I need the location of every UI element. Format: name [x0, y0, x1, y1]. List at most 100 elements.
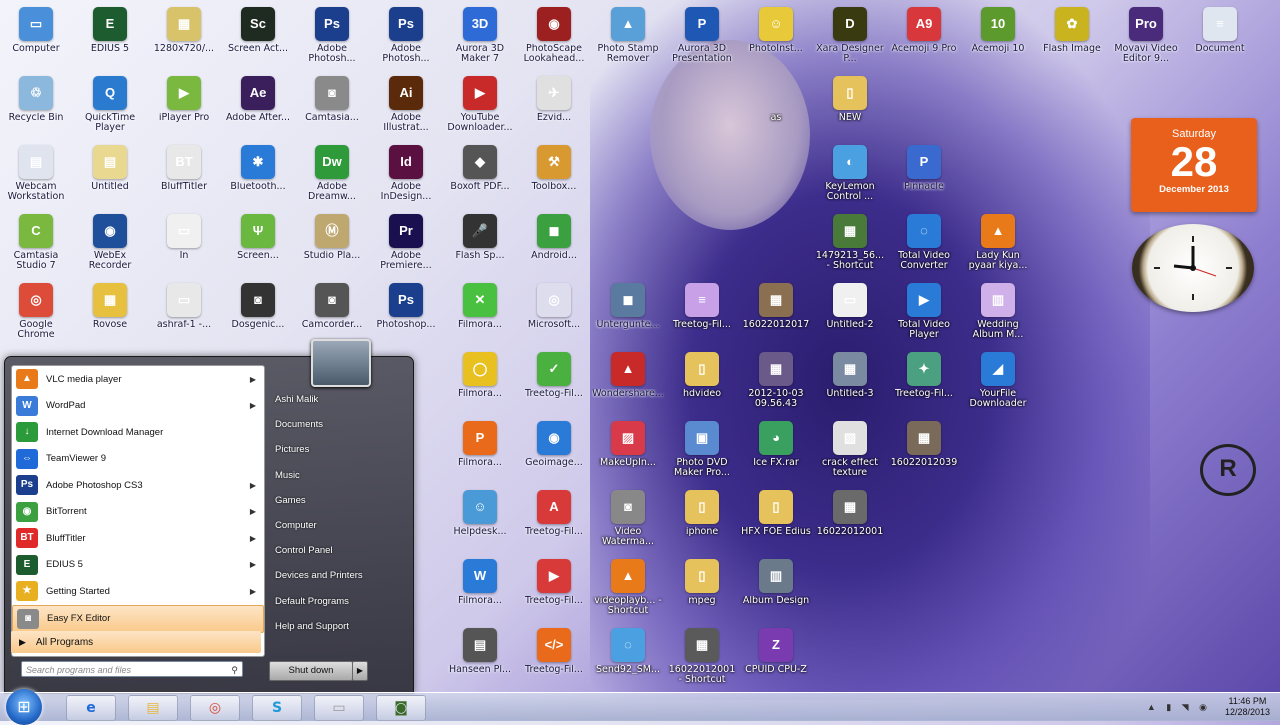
- start-menu-program[interactable]: ★ Getting Started ▶: [12, 578, 264, 605]
- desktop-icon[interactable]: ◙ Camcorder...: [296, 279, 368, 345]
- desktop-icon[interactable]: Dw Adobe Dreamw...: [296, 141, 368, 207]
- desktop-icon[interactable]: P Filmora...: [444, 417, 516, 483]
- desktop-icon[interactable]: ▦ Untitled-3: [814, 348, 886, 414]
- taskbar-explorer-button[interactable]: ▤: [128, 695, 178, 721]
- desktop-icon[interactable]: Pr Adobe Premiere...: [370, 210, 442, 276]
- desktop-icon[interactable]: ▧ crack effect texture: [814, 417, 886, 483]
- taskbar-ie-button[interactable]: e: [66, 695, 116, 721]
- desktop-icon[interactable]: Ps Photoshop...: [370, 279, 442, 345]
- desktop-icon[interactable]: ≡ Document: [1184, 3, 1256, 69]
- desktop-icon[interactable]: A Treetog-Fil...: [518, 486, 590, 552]
- desktop-icon[interactable]: ▭ Computer: [0, 3, 72, 69]
- desktop-icon[interactable]: ✕ Filmora...: [444, 279, 516, 345]
- desktop-icon[interactable]: Ⓜ Studio Pla...: [296, 210, 368, 276]
- desktop-icon[interactable]: ◙ Camtasia...: [296, 72, 368, 138]
- desktop-icon[interactable]: ▣ Photo DVD Maker Pro...: [666, 417, 738, 483]
- start-menu-link[interactable]: Devices and Printers: [269, 563, 409, 588]
- taskbar-chrome-button[interactable]: ◎: [190, 695, 240, 721]
- desktop-icon[interactable]: ◉ Geoimage...: [518, 417, 590, 483]
- desktop-icon[interactable]: ▦ 16022012001: [814, 486, 886, 552]
- desktop-icon[interactable]: ▥ Album Design: [740, 555, 812, 621]
- start-menu-link[interactable]: Documents: [269, 412, 409, 437]
- desktop-icon[interactable]: ◆ Boxoft PDF...: [444, 141, 516, 207]
- desktop-icon[interactable]: ☺ PhotoInst...: [740, 3, 812, 69]
- desktop-icon[interactable]: ▶ YouTube Downloader...: [444, 72, 516, 138]
- shutdown-button[interactable]: Shut down: [269, 661, 353, 681]
- start-menu-link[interactable]: Control Panel: [269, 538, 409, 563]
- desktop-icon[interactable]: ♲ Recycle Bin: [0, 72, 72, 138]
- desktop-icon[interactable]: Q QuickTime Player: [74, 72, 146, 138]
- desktop-icon[interactable]: Z CPUID CPU-Z: [740, 624, 812, 690]
- desktop-icon[interactable]: Id Adobe InDesign...: [370, 141, 442, 207]
- desktop-icon[interactable]: Ps Adobe Photosh...: [370, 3, 442, 69]
- desktop-icon[interactable]: as: [740, 72, 812, 138]
- desktop-icon[interactable]: ▦ 16022012017: [740, 279, 812, 345]
- desktop-icon[interactable]: ▶ iPlayer Pro: [148, 72, 220, 138]
- desktop-icon[interactable]: ▲ Photo Stamp Remover: [592, 3, 664, 69]
- desktop-icon[interactable]: Ai Adobe Illustrat...: [370, 72, 442, 138]
- desktop-icon[interactable]: ▦ 1280x720/...: [148, 3, 220, 69]
- desktop-icon[interactable]: BT BluffTitler: [148, 141, 220, 207]
- shutdown-options-button[interactable]: ▶: [352, 661, 368, 681]
- all-programs-button[interactable]: ▶ All Programs: [11, 631, 261, 653]
- desktop-icon[interactable]: ◼ Untergunte...: [592, 279, 664, 345]
- desktop-icon[interactable]: ⚒ Toolbox...: [518, 141, 590, 207]
- desktop-icon[interactable]: ◢ YourFile Downloader: [962, 348, 1034, 414]
- desktop-icon[interactable]: ▭ In: [148, 210, 220, 276]
- start-menu-program[interactable]: ◙ Easy FX Editor: [12, 604, 264, 633]
- submenu-arrow-icon[interactable]: ▶: [250, 587, 256, 596]
- desktop-icon[interactable]: ▨ MakeUpIn...: [592, 417, 664, 483]
- desktop-icon[interactable]: ✓ Treetog-Fil...: [518, 348, 590, 414]
- desktop-icon[interactable]: P Pinnacle: [888, 141, 960, 207]
- desktop-icon[interactable]: C Camtasia Studio 7: [0, 210, 72, 276]
- start-menu-link[interactable]: Ashi Malik: [269, 387, 409, 412]
- submenu-arrow-icon[interactable]: ▶: [250, 401, 256, 410]
- desktop-icon[interactable]: ▶ Total Video Player: [888, 279, 960, 345]
- submenu-arrow-icon[interactable]: ▶: [250, 534, 256, 543]
- desktop-icon[interactable]: ◕ Ice FX.rar: [740, 417, 812, 483]
- desktop-icon[interactable]: ▥ Wedding Album M...: [962, 279, 1034, 345]
- desktop-icon[interactable]: ▦ 16022012039: [888, 417, 960, 483]
- desktop-icon[interactable]: ◯ Filmora...: [444, 348, 516, 414]
- desktop-icon[interactable]: E EDIUS 5: [74, 3, 146, 69]
- desktop-icon[interactable]: ▶ Treetog-Fil...: [518, 555, 590, 621]
- desktop-icon[interactable]: ✦ Treetog-Fil...: [888, 348, 960, 414]
- taskbar-camtasia-button[interactable]: ◙: [376, 695, 426, 721]
- desktop-icon[interactable]: ▦ 16022012001 - Shortcut: [666, 624, 738, 690]
- user-avatar[interactable]: [311, 339, 371, 387]
- desktop-icon[interactable]: ◎ Google Chrome: [0, 279, 72, 345]
- calendar-gadget[interactable]: Saturday 28 December 2013: [1131, 118, 1257, 212]
- desktop-icon[interactable]: ✿ Flash Image: [1036, 3, 1108, 69]
- desktop-icon[interactable]: ◌ Send92_SM...: [592, 624, 664, 690]
- desktop-icon[interactable]: P Aurora 3D Presentation: [666, 3, 738, 69]
- desktop-icon[interactable]: 3D Aurora 3D Maker 7: [444, 3, 516, 69]
- desktop-icon[interactable]: ▦ Rovose: [74, 279, 146, 345]
- desktop-icon[interactable]: ◎ Microsoft...: [518, 279, 590, 345]
- desktop-icon[interactable]: W Filmora...: [444, 555, 516, 621]
- start-menu-program[interactable]: Ps Adobe Photoshop CS3 ▶: [12, 472, 264, 499]
- desktop-icon[interactable]: ◌ Total Video Converter: [888, 210, 960, 276]
- start-menu-program[interactable]: ◉ BitTorrent ▶: [12, 499, 264, 526]
- start-menu-program[interactable]: E EDIUS 5 ▶: [12, 552, 264, 579]
- tray-icons[interactable]: ▲ ▮ ◥ ◉: [1147, 702, 1211, 713]
- desktop-icon[interactable]: ◐ KeyLemon Control ...: [814, 141, 886, 207]
- desktop-icon[interactable]: ▲ videoplayb... - Shortcut: [592, 555, 664, 621]
- taskbar-media-button[interactable]: ▭: [314, 695, 364, 721]
- desktop-icon[interactable]: ≡ Treetog-Fil...: [666, 279, 738, 345]
- start-menu-program[interactable]: ↓ Internet Download Manager: [12, 419, 264, 446]
- desktop-icon[interactable]: ▭ Untitled-2: [814, 279, 886, 345]
- desktop-icon[interactable]: ▯ mpeg: [666, 555, 738, 621]
- tray-clock[interactable]: 11:46 PM 12/28/2013: [1225, 696, 1270, 718]
- desktop-icon[interactable]: D Xara Designer P...: [814, 3, 886, 69]
- desktop-icon[interactable]: ✈ Ezvid...: [518, 72, 590, 138]
- desktop-icon[interactable]: ▭ ashraf-1 -...: [148, 279, 220, 345]
- desktop-icon[interactable]: ▤ Webcam Workstation: [0, 141, 72, 207]
- desktop-icon[interactable]: 10 Acemoji 10: [962, 3, 1034, 69]
- desktop-icon[interactable]: ▦ 1479213_56... - Shortcut: [814, 210, 886, 276]
- desktop-icon[interactable]: A9 Acemoji 9 Pro: [888, 3, 960, 69]
- submenu-arrow-icon[interactable]: ▶: [250, 481, 256, 490]
- desktop-icon[interactable]: Ae Adobe After...: [222, 72, 294, 138]
- desktop-icon[interactable]: ◙ Dosgenic...: [222, 279, 294, 345]
- desktop-icon[interactable]: ▯ iphone: [666, 486, 738, 552]
- start-search-input[interactable]: Search programs and files ⚲: [21, 661, 243, 677]
